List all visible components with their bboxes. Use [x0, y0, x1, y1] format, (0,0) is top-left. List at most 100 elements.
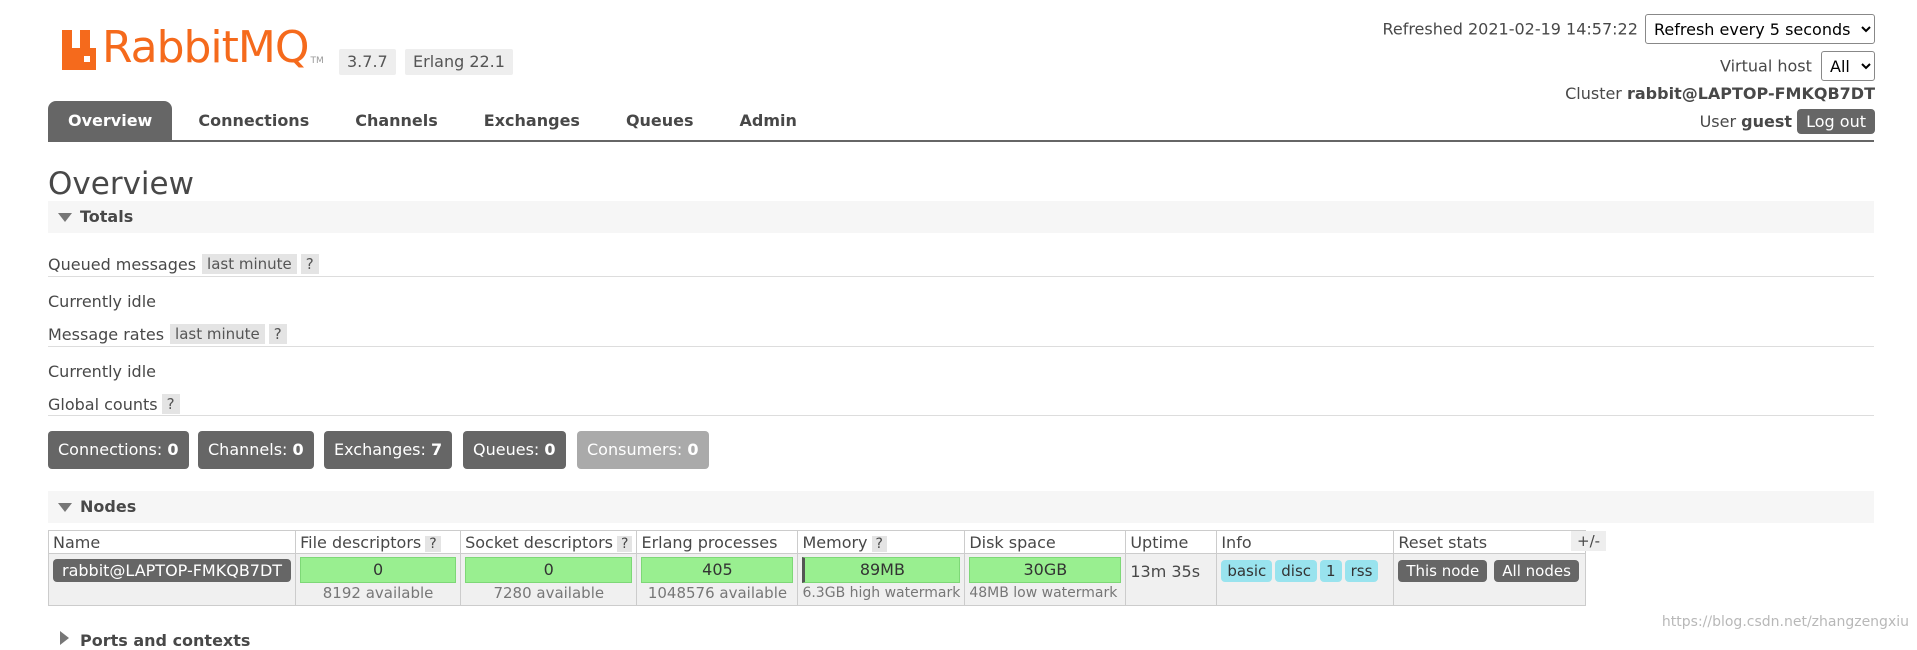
- tab-connections[interactable]: Connections: [178, 101, 329, 141]
- disk-watermark: 48MB low watermark: [969, 585, 1118, 601]
- queues-count-button[interactable]: Queues: 0: [463, 431, 566, 469]
- header-status: Refreshed 2021-02-19 14:57:22 Refresh ev…: [1175, 14, 1875, 139]
- brand-tm: TM: [310, 56, 324, 66]
- tab-divider: [48, 140, 1874, 142]
- queued-messages-label: Queued messages: [48, 254, 197, 274]
- cluster-name: rabbit@LAPTOP-FMKQB7DT: [1626, 84, 1875, 103]
- count-value: 7: [431, 440, 443, 459]
- col-file-descriptors: File descriptors?: [295, 530, 462, 554]
- col-erlang-processes: Erlang processes: [636, 530, 799, 554]
- queued-help-button[interactable]: ?: [300, 254, 319, 274]
- count-value: 0: [687, 440, 699, 459]
- global-help-button[interactable]: ?: [161, 394, 180, 414]
- node-name-link[interactable]: rabbit@LAPTOP-FMKQB7DT: [53, 559, 292, 582]
- erl-bar: 405: [641, 557, 794, 583]
- exchanges-count-button[interactable]: Exchanges: 7: [324, 431, 453, 469]
- info-pill: 1: [1320, 560, 1342, 582]
- count-label: Connections:: [58, 440, 163, 459]
- expand-triangle-icon: [60, 631, 69, 645]
- divider: [48, 415, 1874, 416]
- rates-help-button[interactable]: ?: [268, 324, 287, 344]
- refresh-interval-select[interactable]: Refresh every 5 seconds: [1645, 14, 1875, 44]
- queued-messages-row: Queued messages last minute ?: [48, 254, 319, 274]
- count-value: 0: [167, 440, 179, 459]
- refreshed-time: 2021-02-19 14:57:22: [1467, 19, 1638, 39]
- sock-available: 7280 available: [493, 584, 605, 602]
- count-value: 0: [544, 440, 556, 459]
- uptime-value: 13m 35s: [1130, 562, 1201, 581]
- mem-help-button[interactable]: ?: [871, 535, 887, 552]
- col-memory: Memory?: [797, 530, 966, 554]
- consumers-count-button[interactable]: Consumers: 0: [577, 431, 709, 469]
- cell-reset-stats: This node All nodes: [1393, 553, 1586, 606]
- erlang-badge: Erlang 22.1: [405, 49, 513, 75]
- tab-queues[interactable]: Queues: [606, 101, 714, 141]
- vhost-select[interactable]: All: [1821, 51, 1875, 81]
- ports-section-header[interactable]: Ports and contexts: [48, 627, 648, 650]
- fd-available: 8192 available: [322, 584, 434, 602]
- totals-section-header[interactable]: Totals: [48, 201, 1874, 233]
- page-title: Overview: [48, 166, 194, 202]
- count-label: Channels:: [208, 440, 288, 459]
- reset-this-node-button[interactable]: This node: [1398, 560, 1488, 582]
- count-label: Consumers:: [587, 440, 683, 459]
- main-tabs: Overview Connections Channels Exchanges …: [48, 101, 823, 141]
- cell-erlang-processes: 405 1048576 available: [636, 553, 799, 606]
- info-pill: disc: [1275, 560, 1318, 582]
- tab-overview[interactable]: Overview: [48, 101, 173, 141]
- fd-bar: 0: [300, 557, 457, 583]
- info-pill: basic: [1221, 560, 1273, 582]
- reset-all-nodes-button[interactable]: All nodes: [1494, 560, 1579, 582]
- tab-channels[interactable]: Channels: [335, 101, 458, 141]
- cluster-label: Cluster: [1565, 84, 1622, 103]
- info-pill: rss: [1344, 560, 1379, 582]
- table-row: rabbit@LAPTOP-FMKQB7DT 0 8192 available …: [47, 553, 1586, 606]
- queued-status: Currently idle: [48, 292, 156, 311]
- count-label: Queues:: [473, 440, 540, 459]
- rabbitmq-logo-icon: [62, 30, 98, 70]
- user-label: User: [1699, 112, 1737, 131]
- cell-info: basic disc 1 rss: [1216, 553, 1395, 606]
- queued-range-pill[interactable]: last minute: [202, 254, 297, 274]
- col-disk-space: Disk space: [964, 530, 1127, 554]
- count-label: Exchanges:: [334, 440, 426, 459]
- col-info: Info: [1216, 530, 1395, 554]
- cell-node-name: rabbit@LAPTOP-FMKQB7DT: [47, 553, 297, 606]
- watermark: https://blog.csdn.net/zhangzengxiu: [1661, 614, 1909, 630]
- fd-help-button[interactable]: ?: [425, 535, 441, 552]
- cell-disk-space: 30GB 48MB low watermark: [964, 553, 1127, 606]
- global-counts-label: Global counts: [48, 394, 158, 414]
- sock-help-button[interactable]: ?: [617, 535, 633, 552]
- erl-available: 1048576 available: [647, 584, 788, 602]
- connections-count-button[interactable]: Connections: 0: [48, 431, 189, 469]
- divider: [48, 276, 1874, 277]
- cell-uptime: 13m 35s: [1125, 553, 1218, 606]
- logout-button[interactable]: Log out: [1797, 109, 1875, 134]
- brand-name: RabbitMQ: [102, 22, 309, 73]
- rabbitmq-logo[interactable]: RabbitMQ TM: [62, 26, 324, 70]
- divider: [48, 346, 1874, 347]
- cell-file-descriptors: 0 8192 available: [295, 553, 462, 606]
- mem-bar: 89MB: [802, 557, 961, 583]
- channels-count-button[interactable]: Channels: 0: [198, 431, 314, 469]
- tab-admin[interactable]: Admin: [720, 101, 817, 141]
- mem-watermark: 6.3GB high watermark: [802, 585, 961, 601]
- nodes-table: Name File descriptors? Socket descriptor…: [47, 530, 1586, 606]
- collapse-triangle-icon: [58, 213, 72, 222]
- cell-memory: 89MB 6.3GB high watermark: [797, 553, 966, 606]
- sock-bar: 0: [465, 557, 633, 583]
- col-reset-stats: Reset stats: [1393, 530, 1586, 554]
- nodes-section-header[interactable]: Nodes: [48, 491, 1874, 523]
- rates-range-pill[interactable]: last minute: [170, 324, 265, 344]
- user-name: guest: [1741, 112, 1793, 131]
- col-uptime: Uptime: [1125, 530, 1218, 554]
- rates-status: Currently idle: [48, 362, 156, 381]
- message-rates-label: Message rates: [48, 324, 165, 344]
- version-badge: 3.7.7: [339, 49, 396, 75]
- totals-title: Totals: [80, 207, 134, 226]
- tab-exchanges[interactable]: Exchanges: [464, 101, 600, 141]
- collapse-triangle-icon: [58, 503, 72, 512]
- refreshed-label: Refreshed: [1382, 19, 1463, 39]
- col-name: Name: [47, 530, 297, 554]
- columns-toggle-button[interactable]: +/-: [1571, 531, 1607, 551]
